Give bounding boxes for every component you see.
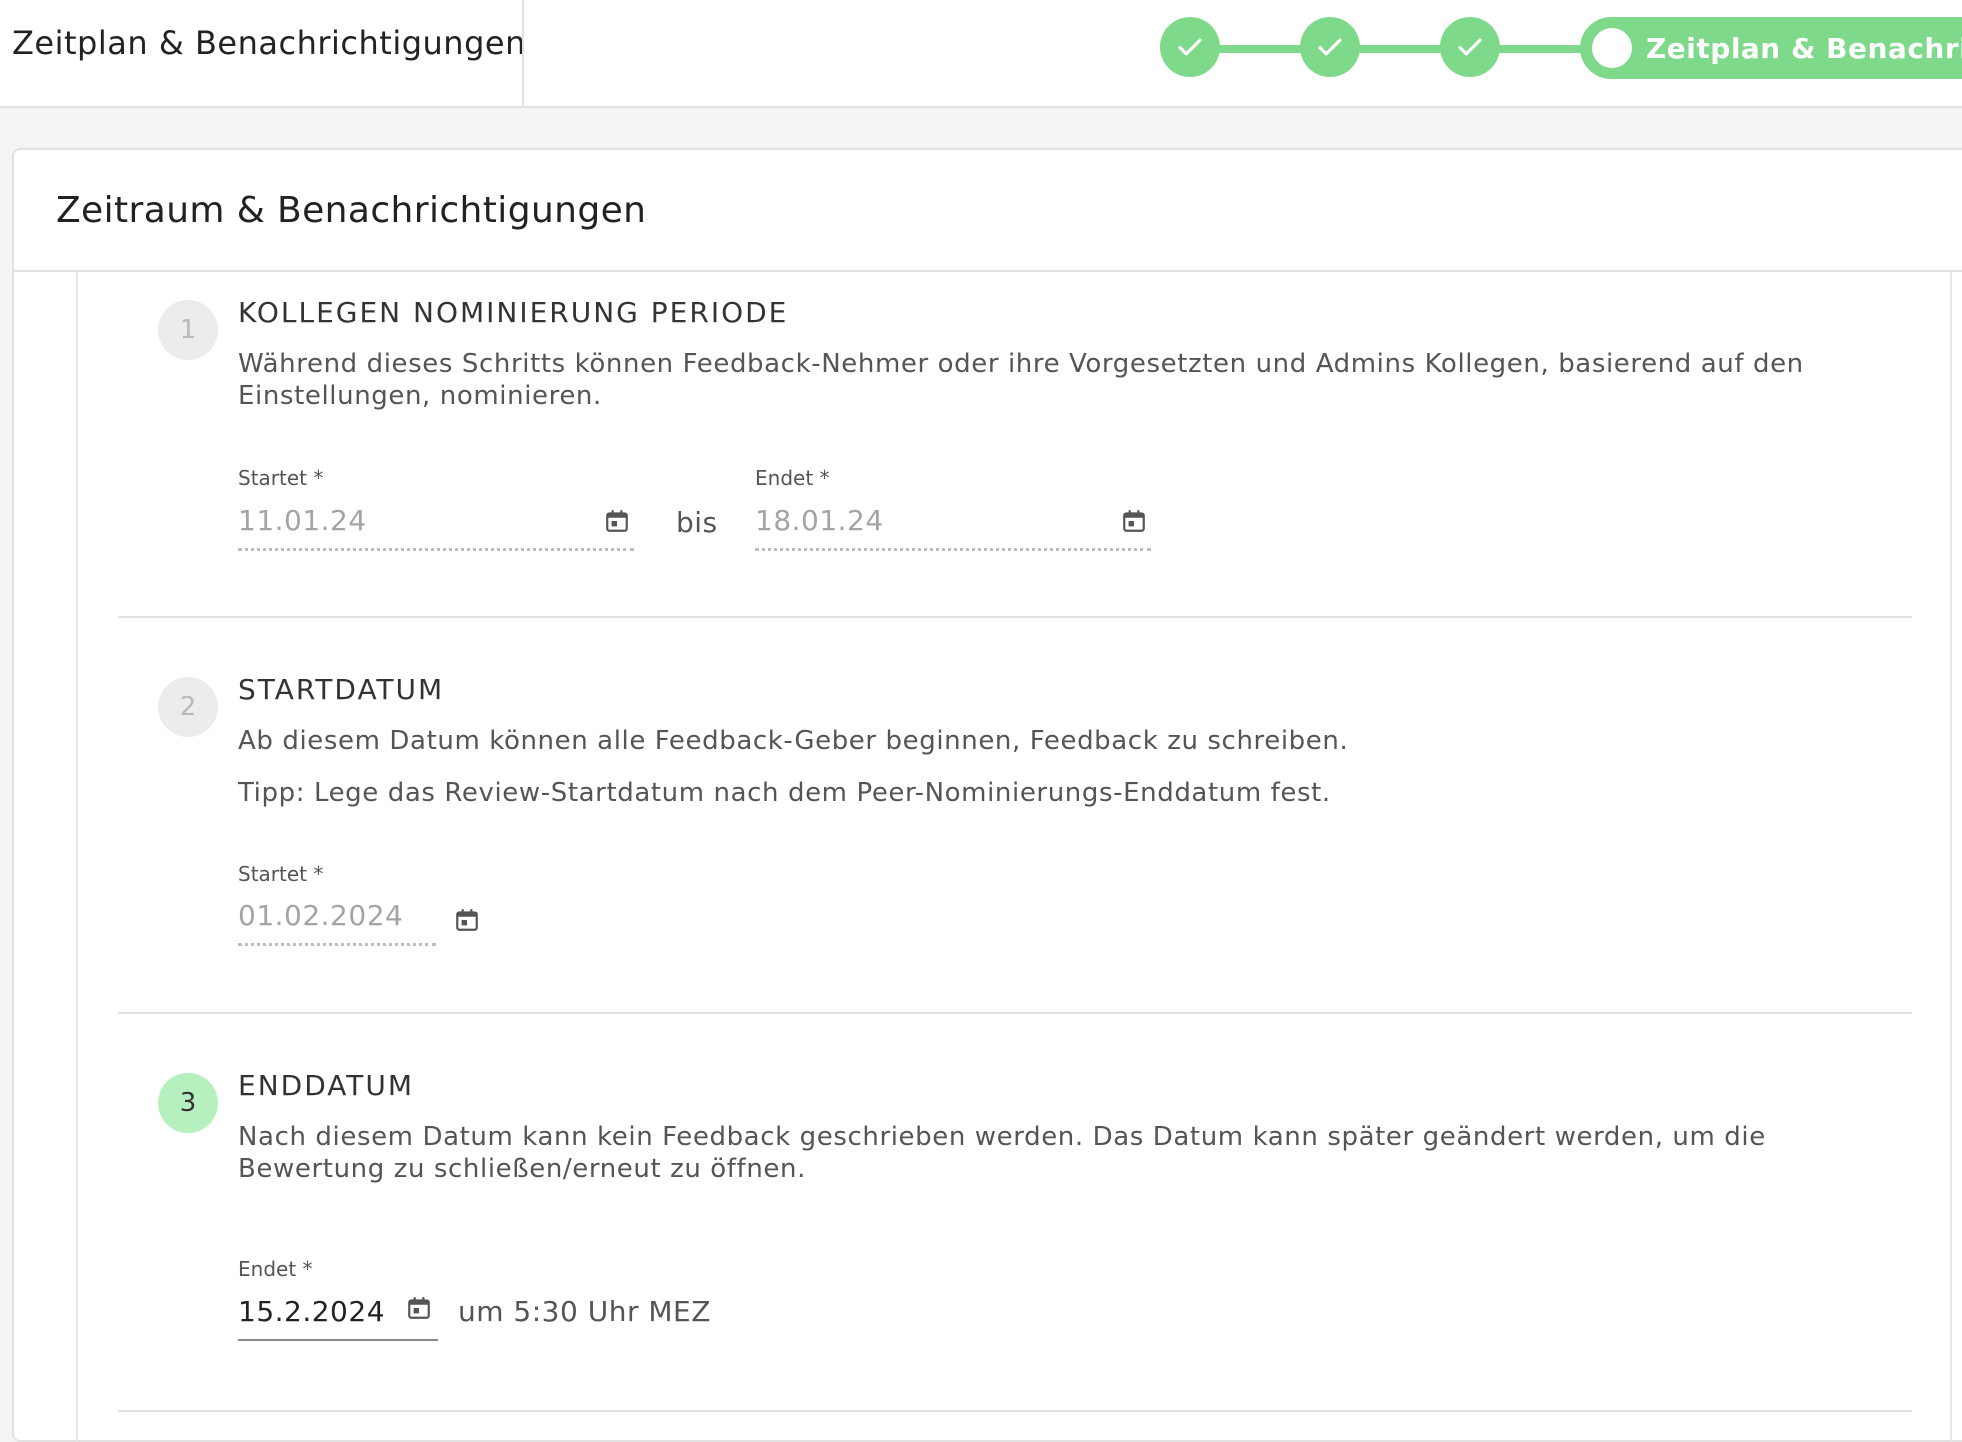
- end-label: Endet *: [238, 1257, 313, 1281]
- stepper-connector: [1190, 45, 1610, 53]
- end-date-value: 15.2.2024: [238, 1295, 386, 1328]
- step-1-completed[interactable]: [1160, 17, 1220, 77]
- progress-stepper: Zeitplan & Benachrichtigungen: [1160, 17, 1962, 79]
- review-start-date-field[interactable]: 01.02.2024: [238, 899, 436, 946]
- section-divider: [118, 616, 1912, 618]
- checkmark-icon: [1178, 38, 1202, 56]
- page-title: Zeitplan & Benachrichtigungen: [12, 24, 526, 62]
- review-end-date-field[interactable]: 15.2.2024: [238, 1295, 438, 1341]
- step-number-3: 3: [158, 1073, 218, 1133]
- checkmark-icon: [1458, 38, 1482, 56]
- active-step-circle-icon: [1592, 28, 1632, 68]
- nomination-end-date-field[interactable]: 18.01.24: [755, 504, 1151, 551]
- end-time-text: um 5:30 Uhr MEZ: [458, 1295, 711, 1328]
- end-date-value: 18.01.24: [755, 504, 884, 537]
- step-number-2: 2: [158, 677, 218, 737]
- start-label: Startet *: [238, 862, 324, 886]
- step-3-completed[interactable]: [1440, 17, 1500, 77]
- start-date-value: 11.01.24: [238, 504, 367, 537]
- end-label: Endet *: [755, 466, 830, 490]
- section-divider: [118, 1410, 1912, 1412]
- between-label: bis: [676, 506, 718, 539]
- top-bar: Zeitplan & Benachrichtigungen Zeitplan &…: [0, 0, 1962, 108]
- section-description: Ab diesem Datum können alle Feedback-Geb…: [238, 726, 1349, 756]
- section-title: ENDDATUM: [238, 1069, 415, 1102]
- step-number-1: 1: [158, 300, 218, 360]
- checkmark-icon: [1318, 38, 1342, 56]
- calendar-icon[interactable]: [406, 1295, 432, 1321]
- step-2-completed[interactable]: [1300, 17, 1360, 77]
- calendar-icon[interactable]: [1121, 508, 1147, 534]
- header-divider: [522, 0, 524, 106]
- section-end-date: 3 ENDDATUM Nach diesem Datum kann kein F…: [118, 1069, 1912, 1413]
- section-description: Nach diesem Datum kann kein Feedback ges…: [238, 1122, 1766, 1184]
- left-border-line: [76, 272, 78, 1442]
- start-label: Startet *: [238, 466, 324, 490]
- section-start-date: 2 STARTDATUM Ab diesem Datum können alle…: [118, 673, 1912, 1057]
- calendar-icon[interactable]: [454, 907, 480, 933]
- section-divider: [118, 1012, 1912, 1014]
- right-border-line: [1950, 272, 1952, 1442]
- active-step-label: Zeitplan & Benachrichtigungen: [1646, 31, 1962, 65]
- card-title: Zeitraum & Benachrichtigungen: [56, 190, 647, 231]
- schedule-card: Zeitraum & Benachrichtigungen 1 KOLLEGEN…: [12, 148, 1962, 1442]
- nomination-start-date-field[interactable]: 11.01.24: [238, 504, 634, 551]
- section-title: STARTDATUM: [238, 673, 445, 706]
- section-description: Während dieses Schritts können Feedback-…: [238, 349, 1804, 411]
- calendar-icon[interactable]: [604, 508, 630, 534]
- start-date-value: 01.02.2024: [238, 899, 404, 932]
- step-4-active[interactable]: Zeitplan & Benachrichtigungen: [1580, 17, 1962, 79]
- section-tip: Tipp: Lege das Review-Startdatum nach de…: [238, 778, 1331, 808]
- card-header-divider: [14, 270, 1962, 272]
- section-title: KOLLEGEN NOMINIERUNG PERIODE: [238, 296, 789, 329]
